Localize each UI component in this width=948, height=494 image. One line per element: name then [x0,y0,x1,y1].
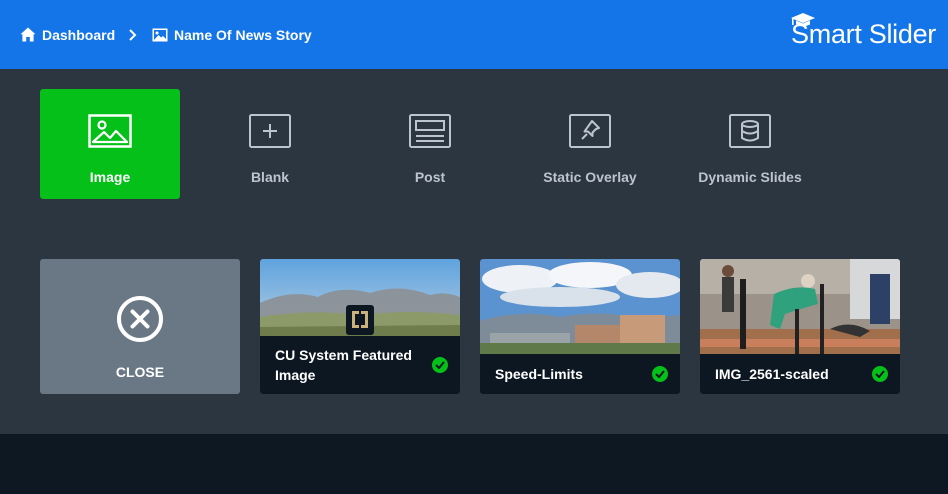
thumbnail-campus [480,259,680,354]
check-icon [872,366,888,382]
image-card-cu-system[interactable]: CU System Featured Image [260,259,460,394]
slide-type-image[interactable]: Image [40,89,180,199]
breadcrumb-dashboard[interactable]: Dashboard [20,0,115,69]
image-icon [88,114,132,148]
database-icon [729,114,771,148]
slide-type-blank-label: Blank [250,169,290,185]
image-card-speed-limits[interactable]: Speed-Limits [480,259,680,394]
slide-type-blank[interactable]: Blank [200,89,340,199]
plus-square-icon [249,114,291,148]
image-card-caption: IMG_2561-scaled [700,354,900,394]
image-title: CU System Featured Image [275,347,412,383]
breadcrumb-dashboard-label: Dashboard [42,26,116,43]
check-icon [652,366,668,382]
thumbnail-cu-mountains [260,259,460,336]
image-card-caption: Speed-Limits [480,354,680,394]
close-circle-icon [117,296,163,342]
home-icon [20,27,36,42]
image-icon [152,28,168,41]
slide-type-static-overlay[interactable]: Static Overlay [520,89,660,199]
breadcrumb-separator [128,0,137,69]
close-button[interactable]: CLOSE [40,259,240,394]
top-bar: Dashboard Name Of News Story Smart Slide… [0,0,948,69]
check-icon [432,357,448,373]
breadcrumb-story[interactable]: Name Of News Story [152,0,312,69]
graduation-cap-icon [791,13,816,27]
close-label: CLOSE [115,364,165,380]
image-card-img-2561[interactable]: IMG_2561-scaled [700,259,900,394]
post-icon [409,114,451,148]
slide-type-dynamic-slides[interactable]: Dynamic Slides [680,89,820,199]
slide-type-dynamic-slides-label: Dynamic Slides [698,169,802,185]
chevron-right-icon [129,28,137,41]
breadcrumb-story-label: Name Of News Story [174,26,312,43]
image-card-caption: CU System Featured Image [260,336,460,394]
image-title: IMG_2561-scaled [715,366,829,382]
smart-slider-logo: Smart Slider [789,13,936,54]
thumbnail-gym-training [700,259,900,354]
slide-type-static-overlay-label: Static Overlay [543,169,637,185]
pin-icon [569,114,611,148]
image-title: Speed-Limits [495,366,583,382]
slide-type-post-label: Post [414,169,446,185]
slide-type-post[interactable]: Post [360,89,500,199]
slide-type-image-label: Image [89,169,131,185]
